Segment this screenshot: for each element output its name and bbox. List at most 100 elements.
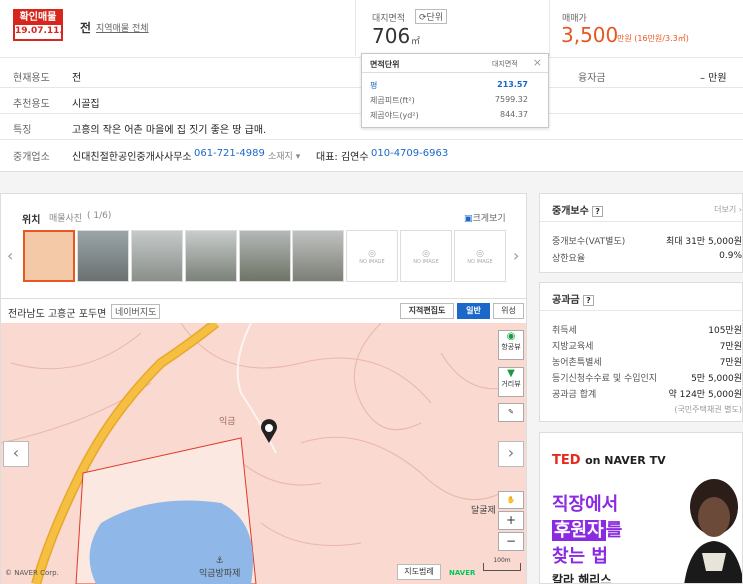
agent-name[interactable]: 신대친절한공인중개사사무소 xyxy=(72,148,192,163)
unit-name: 제곱야드(yd²) xyxy=(370,111,419,120)
area-unit: ㎡ xyxy=(411,37,421,47)
help-icon[interactable]: ? xyxy=(592,206,603,217)
fee-row-label: 상한요율 xyxy=(552,254,586,264)
brokerage-fee-panel: 중개보수 ? 더보기 › 중개보수(VAT별도) 최대 31만 5,000원 상한… xyxy=(539,193,743,273)
representative-label: 대표: 김연수 xyxy=(316,152,369,163)
recommend-label: 추천용도 xyxy=(13,99,50,110)
map-canvas[interactable]: 익금 달굴제 ⚓ 익금방파제 ‹ › ◉ 항공뷰 ▼ 거리뷰 ✎ ✋ + − © NA… xyxy=(1,323,526,584)
naver-map-button[interactable]: 네이버지도 xyxy=(111,304,161,319)
scale-label: 100m xyxy=(493,557,511,564)
tax-note: (국민주택채권 별도) xyxy=(674,405,742,414)
tax-title-text: 공과금 xyxy=(552,295,580,306)
tax-total-row: 공과금 합계 약 124만 5,000원 xyxy=(552,387,742,400)
verified-stamp: 확인매물 19.07.11. xyxy=(13,9,63,41)
loan-value: – 만원 xyxy=(700,73,727,84)
map-address: 전라남도 고흥군 포두면 xyxy=(8,309,107,320)
map-legend-button[interactable]: 지도범례 xyxy=(397,564,441,580)
no-image-placeholder: ◎ NO IMAGE xyxy=(346,230,398,282)
map-label-dalgeulje: 달굴제 xyxy=(471,506,496,516)
area-label: 대지면적 xyxy=(372,14,406,24)
agent-phone[interactable]: 061-721-4989 xyxy=(194,148,265,159)
more-link[interactable]: 더보기 › xyxy=(714,204,742,215)
ad-line-3: 찾는 법 xyxy=(552,546,608,567)
chevron-right-icon[interactable]: › xyxy=(513,246,519,265)
image-icon: ▣ xyxy=(464,214,473,224)
map-prev-arrow-icon[interactable]: ‹ xyxy=(3,441,29,467)
photo-thumbnail[interactable] xyxy=(23,230,75,282)
tab-location[interactable]: 위치 xyxy=(22,211,40,226)
unit-value: 213.57 xyxy=(497,80,528,89)
tax-row-label: 취득세 xyxy=(552,326,577,336)
area-unit-popup: 면적단위 대지면적 × 평 213.57 제곱피트(ft²) 7599.32 제곱야… xyxy=(361,53,549,128)
ad-network: on NAVER TV xyxy=(585,454,666,467)
satellite-map-button[interactable]: 위성 xyxy=(493,303,524,319)
breakwater-text: 익금방파제 xyxy=(199,569,241,579)
ruler-icon[interactable]: ✎ xyxy=(498,403,524,422)
ad-line-2-suffix: 를 xyxy=(605,520,623,541)
normal-map-button[interactable]: 일반 xyxy=(457,303,490,319)
speaker-photo xyxy=(680,471,742,583)
map-copyright: © NAVER Corp. xyxy=(5,569,59,577)
chevron-down-icon: ▾ xyxy=(295,152,301,162)
tax-row-value: 7만원 xyxy=(719,358,742,368)
popup-title: 면적단위 xyxy=(370,60,400,69)
ad-line-4: 칼라 해리스 xyxy=(552,573,612,584)
photo-thumbnail[interactable] xyxy=(292,230,344,282)
street-label: 거리뷰 xyxy=(501,380,521,388)
help-icon[interactable]: ? xyxy=(583,295,594,306)
more-label: 더보기 xyxy=(714,205,737,214)
region-listings-link[interactable]: 지역매물 전체 xyxy=(96,21,149,34)
photo-thumbnail[interactable] xyxy=(131,230,183,282)
unit-value: 7599.32 xyxy=(494,95,528,104)
tax-row-label: 지방교육세 xyxy=(552,342,594,352)
unit-toggle-button[interactable]: ⟳단위 xyxy=(415,9,448,24)
map-next-arrow-icon[interactable]: › xyxy=(498,441,524,467)
chevron-left-icon[interactable]: ‹ xyxy=(7,246,13,265)
map-label-iggeum: 익금 xyxy=(219,417,236,427)
tax-row-label: 농어촌특별세 xyxy=(552,358,602,368)
tax-row-value: 5만 5,000원 xyxy=(691,374,742,384)
photo-thumbnail[interactable] xyxy=(239,230,291,282)
close-icon[interactable]: × xyxy=(533,56,542,69)
map-scale: 100m xyxy=(483,557,521,571)
popup-row-sqft: 제곱피트(ft²) 7599.32 xyxy=(370,95,540,106)
popup-row-sqyd: 제곱야드(yd²) 844.37 xyxy=(370,110,540,121)
tax-row: 취득세 105만원 xyxy=(552,323,742,336)
representative-phone[interactable]: 010-4709-6963 xyxy=(371,148,448,159)
tax-row-label: 등기신청수수료 및 수입인지 xyxy=(552,374,658,384)
location-marker-icon[interactable] xyxy=(259,418,279,443)
zoom-out-button[interactable]: − xyxy=(498,532,524,551)
stamp-title: 확인매물 xyxy=(15,11,61,25)
map-label-breakwater: ⚓ 익금방파제 xyxy=(199,556,241,579)
tax-row-label: 공과금 합계 xyxy=(552,390,597,400)
agent-address-label: 소재지 xyxy=(268,152,293,162)
fee-row-label: 중개보수(VAT별도) xyxy=(552,237,626,247)
tax-title: 공과금 ? xyxy=(552,291,594,306)
photo-thumbnail[interactable] xyxy=(77,230,129,282)
fee-row: 상한요율 0.9% xyxy=(552,251,742,264)
tax-row-value: 7만원 xyxy=(719,342,742,352)
ad-line-1: 직장에서 xyxy=(552,494,619,515)
fee-title: 중개보수 ? xyxy=(552,202,603,217)
zoom-in-button[interactable]: + xyxy=(498,511,524,530)
street-view-icon: ▼ xyxy=(507,368,515,379)
aerial-view-button[interactable]: ◉ 항공뷰 xyxy=(498,330,524,360)
stamp-date: 19.07.11. xyxy=(15,26,63,36)
ad-header: TED on NAVER TV xyxy=(552,453,666,468)
street-view-button[interactable]: ▼ 거리뷰 xyxy=(498,367,524,397)
photo-count: ( 1/6) xyxy=(87,211,112,221)
enlarge-button[interactable]: ▣크게보기 xyxy=(464,211,506,224)
feature-label: 특징 xyxy=(13,125,32,136)
agent-address-toggle[interactable]: 소재지 ▾ xyxy=(268,149,300,162)
cadastral-map-button[interactable]: 지적편집도 xyxy=(400,303,454,319)
pan-hand-icon[interactable]: ✋ xyxy=(498,491,524,509)
property-type: 전 xyxy=(80,21,92,35)
aerial-label: 항공뷰 xyxy=(501,343,521,351)
tab-photos[interactable]: 매물사진 xyxy=(49,211,82,224)
ted-ad-banner[interactable]: TED on NAVER TV 직장에서 후원자 를 찾는 법 칼라 해리스 xyxy=(539,432,743,584)
camera-icon: ◎ xyxy=(422,249,430,259)
area-value: 706 xyxy=(372,24,411,48)
photo-thumbnail[interactable] xyxy=(185,230,237,282)
unit-value: 844.37 xyxy=(500,110,528,119)
popup-row-pyeong: 평 213.57 xyxy=(370,80,540,91)
